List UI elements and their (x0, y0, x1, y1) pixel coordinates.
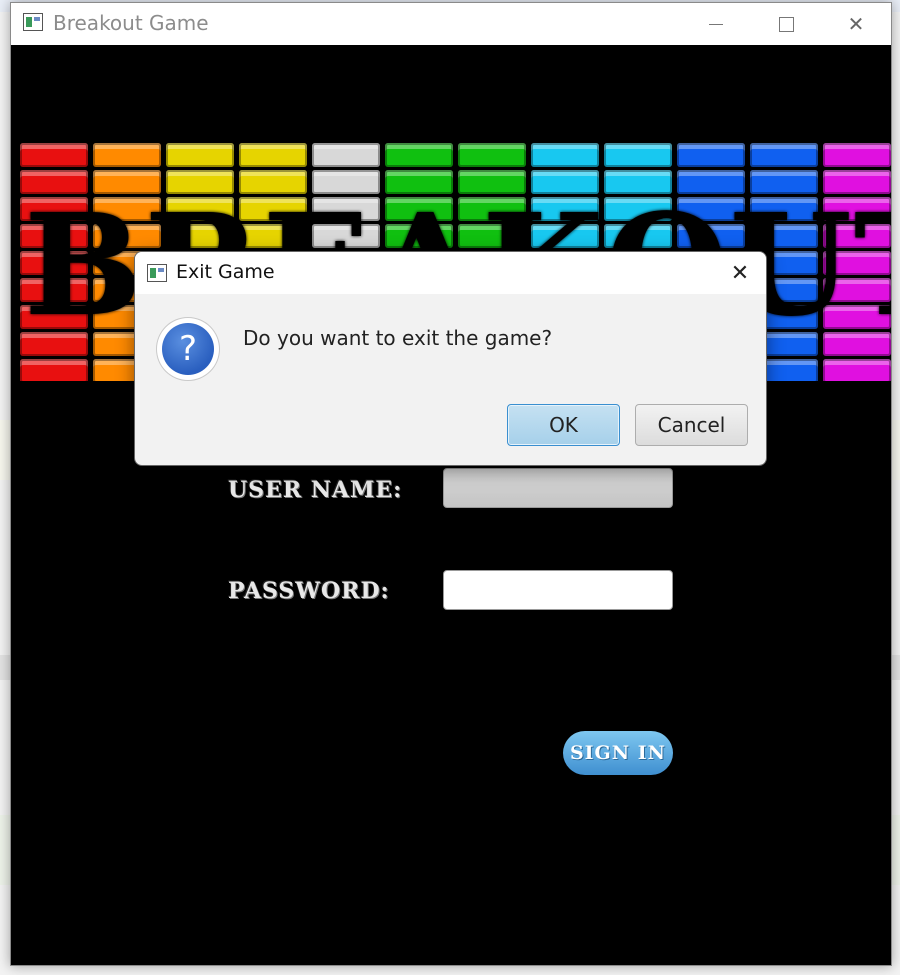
logo-brick (750, 143, 818, 167)
logo-brick (20, 359, 88, 381)
dialog-close-button[interactable]: ✕ (723, 256, 757, 290)
cancel-button[interactable]: Cancel (635, 404, 748, 446)
logo-brick (20, 143, 88, 167)
close-icon: ✕ (847, 12, 865, 36)
minimize-icon (709, 23, 723, 25)
app-icon (23, 13, 43, 31)
close-button[interactable]: ✕ (821, 3, 891, 45)
logo-brick (385, 143, 453, 167)
logo-letter: B (24, 184, 145, 348)
logo-brick (93, 143, 161, 167)
username-label: USER NAME: (228, 477, 403, 503)
ok-button[interactable]: OK (507, 404, 620, 446)
maximize-icon (778, 16, 794, 32)
dialog-app-icon (147, 264, 167, 282)
exit-dialog: Exit Game ✕ ? Do you want to exit the ga… (134, 251, 767, 466)
logo-brick (604, 143, 672, 167)
logo-brick (239, 143, 307, 167)
password-label: PASSWORD: (228, 578, 390, 604)
logo-letter: T (854, 184, 891, 348)
close-icon: ✕ (730, 260, 750, 286)
question-mark: ? (162, 323, 214, 375)
password-input[interactable] (443, 570, 673, 610)
logo-brick (166, 143, 234, 167)
logo-brick (312, 143, 380, 167)
minimize-button[interactable] (681, 3, 751, 45)
sign-in-button[interactable]: SIGN IN (563, 731, 673, 775)
logo-brick (823, 359, 891, 381)
logo-brick (458, 143, 526, 167)
dialog-title: Exit Game (176, 261, 275, 283)
maximize-button[interactable] (751, 3, 821, 45)
dialog-titlebar[interactable]: Exit Game ✕ (135, 252, 766, 294)
question-icon: ? (157, 318, 219, 380)
game-window: Breakout Game ✕ BREAKOUT USER NAME: PASS… (10, 2, 892, 966)
window-titlebar[interactable]: Breakout Game ✕ (11, 3, 891, 45)
logo-brick (531, 143, 599, 167)
logo-brick (823, 143, 891, 167)
dialog-message: Do you want to exit the game? (243, 326, 553, 350)
logo-brick (677, 143, 745, 167)
username-input[interactable] (443, 468, 673, 508)
window-title: Breakout Game (53, 11, 209, 35)
